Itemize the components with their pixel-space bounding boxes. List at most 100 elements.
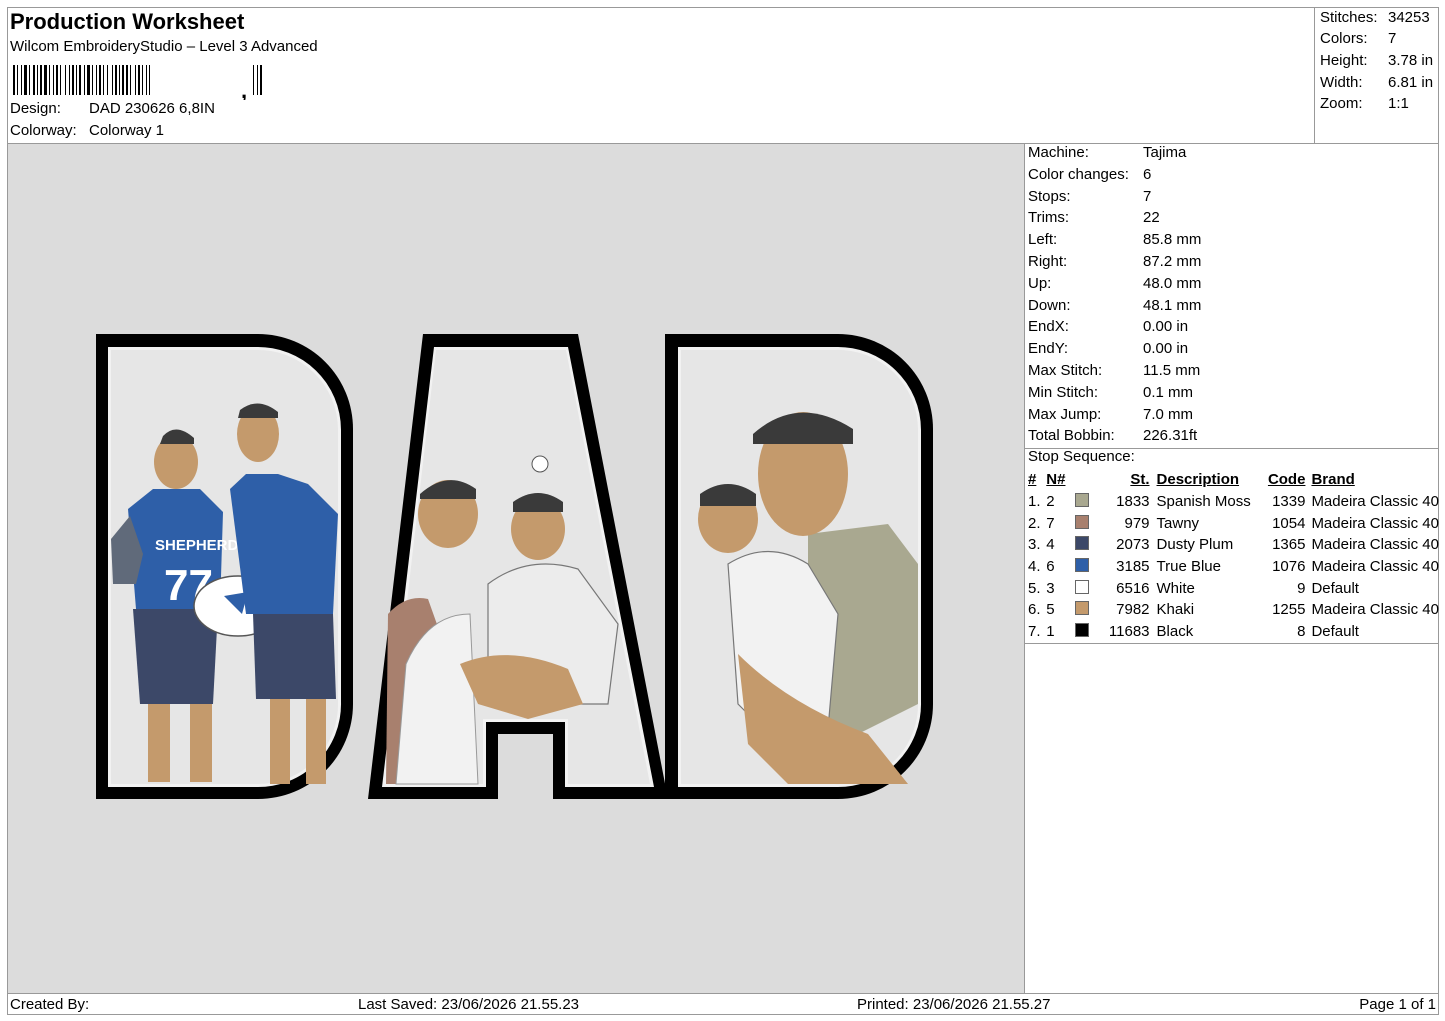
info-label: Color changes: xyxy=(1028,165,1129,183)
row-code: 1255 xyxy=(1272,601,1306,619)
row-index: 1. xyxy=(1028,493,1041,511)
col-header-stitches: St. xyxy=(1094,469,1149,491)
stat-row: Zoom: 1:1 xyxy=(1320,95,1409,112)
color-swatch-box xyxy=(1075,579,1090,594)
info-value: 22 xyxy=(1143,209,1160,227)
row-needle: 6 xyxy=(1046,558,1055,576)
info-label: Up: xyxy=(1028,274,1052,292)
code-header-label: Code xyxy=(1267,471,1306,489)
row-needle: 3 xyxy=(1046,579,1055,597)
info-row: EndY: 0.00 in xyxy=(1028,340,1188,357)
row-code: 1339 xyxy=(1272,493,1306,511)
row-brand: Madeira Classic 40 xyxy=(1311,601,1439,619)
info-value: 85.8 mm xyxy=(1143,231,1202,249)
last-saved: Last Saved: 23/06/2026 21.55.23 xyxy=(358,996,580,1013)
info-row: Machine: Tajima xyxy=(1028,144,1186,161)
row-description: True Blue xyxy=(1156,558,1221,576)
row-stitches: 1833 xyxy=(1116,493,1150,511)
row-code: 1365 xyxy=(1272,536,1306,554)
colorway-label: Colorway: xyxy=(10,122,77,139)
table-header-row: # N# St. Description Code Brand xyxy=(1025,469,1439,491)
design-stats: Stitches: 34253 Colors: 7 Height: 3.78 in W… xyxy=(1314,7,1439,143)
letter-d-right xyxy=(665,334,933,799)
design-label: Design: xyxy=(10,100,61,117)
stat-value: 34253 xyxy=(1388,9,1430,26)
color-swatch-box xyxy=(1075,493,1090,508)
design-preview: SHEPHERD 77 xyxy=(8,144,1024,993)
info-label: Min Stitch: xyxy=(1028,383,1099,401)
stat-label: Stitches: xyxy=(1320,9,1378,26)
info-row: Right: 87.2 mm xyxy=(1028,253,1201,270)
row-description: White xyxy=(1156,579,1195,597)
row-needle: 1 xyxy=(1046,623,1055,641)
stop-sequence: Stop Sequence: # N# St. Description Code… xyxy=(1025,448,1439,643)
info-value: 0.00 in xyxy=(1143,340,1189,358)
worksheet-footer: Created By: Last Saved: 23/06/2026 21.55… xyxy=(7,993,1439,1016)
info-value: 48.1 mm xyxy=(1143,296,1202,314)
printed-date: Printed: 23/06/2026 21.55.27 xyxy=(857,996,1051,1013)
info-row: EndX: 0.00 in xyxy=(1028,318,1188,335)
row-stitches: 7982 xyxy=(1116,601,1150,619)
colorway-row: Colorway: Colorway 1 xyxy=(10,122,164,139)
color-swatch-box xyxy=(1075,623,1090,638)
row-index: 2. xyxy=(1028,514,1041,532)
info-value: 6 xyxy=(1143,165,1152,183)
stat-label: Colors: xyxy=(1320,30,1368,47)
row-description: Tawny xyxy=(1156,514,1200,532)
info-row: Color changes: 6 xyxy=(1028,166,1151,183)
row-brand: Madeira Classic 40 xyxy=(1311,536,1439,554)
info-label: Trims: xyxy=(1028,209,1070,227)
row-description: Spanish Moss xyxy=(1156,493,1251,511)
table-row: 2. 7 979 Tawny 1054 Madeira Classic 40 xyxy=(1025,512,1439,534)
info-value: 0.00 in xyxy=(1143,318,1189,336)
color-swatch xyxy=(1075,599,1094,621)
info-label: Total Bobbin: xyxy=(1028,427,1115,445)
table-row: 1. 2 1833 Spanish Moss 1339 Madeira Classic 4… xyxy=(1025,491,1439,513)
stat-value: 7 xyxy=(1388,30,1397,47)
letter-a xyxy=(368,334,668,799)
row-code: 1076 xyxy=(1272,558,1306,576)
info-row: Left: 85.8 mm xyxy=(1028,231,1201,248)
colorway-value: Colorway 1 xyxy=(89,122,165,139)
info-row: Max Jump: 7.0 mm xyxy=(1028,406,1193,423)
row-code: 9 xyxy=(1297,579,1306,597)
color-swatch-box xyxy=(1075,558,1090,573)
embroidery-artwork: SHEPHERD 77 xyxy=(96,334,933,799)
info-row: Total Bobbin: 226.31ft xyxy=(1028,427,1197,444)
row-stitches: 979 xyxy=(1124,514,1150,532)
row-needle: 7 xyxy=(1046,514,1055,532)
barcode: , xyxy=(13,65,262,100)
row-brand: Default xyxy=(1311,623,1359,641)
stat-row: Width: 6.81 in xyxy=(1320,74,1433,91)
design-value: DAD 230626 6,8IN xyxy=(89,100,215,117)
stat-row: Colors: 7 xyxy=(1320,30,1396,47)
stop-sequence-caption: Stop Sequence: xyxy=(1028,448,1135,465)
row-needle: 4 xyxy=(1046,536,1055,554)
color-swatch xyxy=(1075,621,1094,643)
info-label: EndX: xyxy=(1028,318,1069,336)
col-header-needle: N# xyxy=(1046,471,1066,489)
row-index: 3. xyxy=(1028,536,1041,554)
col-header-description: Description xyxy=(1156,471,1240,489)
info-label: Max Stitch: xyxy=(1028,362,1103,379)
info-value: 0.1 mm xyxy=(1143,383,1194,401)
stat-label: Zoom: xyxy=(1320,95,1363,112)
color-swatch xyxy=(1075,556,1094,578)
info-row: Trims: 22 xyxy=(1028,209,1160,226)
stop-sequence-table: # N# St. Description Code Brand 1. 2 1833 S… xyxy=(1025,469,1439,643)
created-by: Created By: xyxy=(10,996,90,1013)
barcode-suffix: , xyxy=(241,78,247,100)
software-name: Wilcom EmbroideryStudio – Level 3 Advanc… xyxy=(10,38,318,55)
info-label: Down: xyxy=(1028,296,1071,314)
machine-info: Machine: Tajima Color changes: 6 Stops: 7 T… xyxy=(1025,144,1439,448)
color-swatch xyxy=(1075,577,1094,599)
worksheet-title: Production Worksheet xyxy=(10,9,245,34)
table-row: 5. 3 6516 White 9 Default xyxy=(1025,577,1439,599)
col-header-code: Code xyxy=(1263,469,1306,491)
row-stitches: 2073 xyxy=(1116,536,1150,554)
table-row: 6. 5 7982 Khaki 1255 Madeira Classic 40 xyxy=(1025,599,1439,621)
design-row: Design: DAD 230626 6,8IN xyxy=(10,100,215,117)
jersey-text: SHEPHERD xyxy=(155,537,239,554)
letter-d-left: SHEPHERD 77 xyxy=(96,334,353,799)
stat-value: 3.78 in xyxy=(1388,52,1434,69)
